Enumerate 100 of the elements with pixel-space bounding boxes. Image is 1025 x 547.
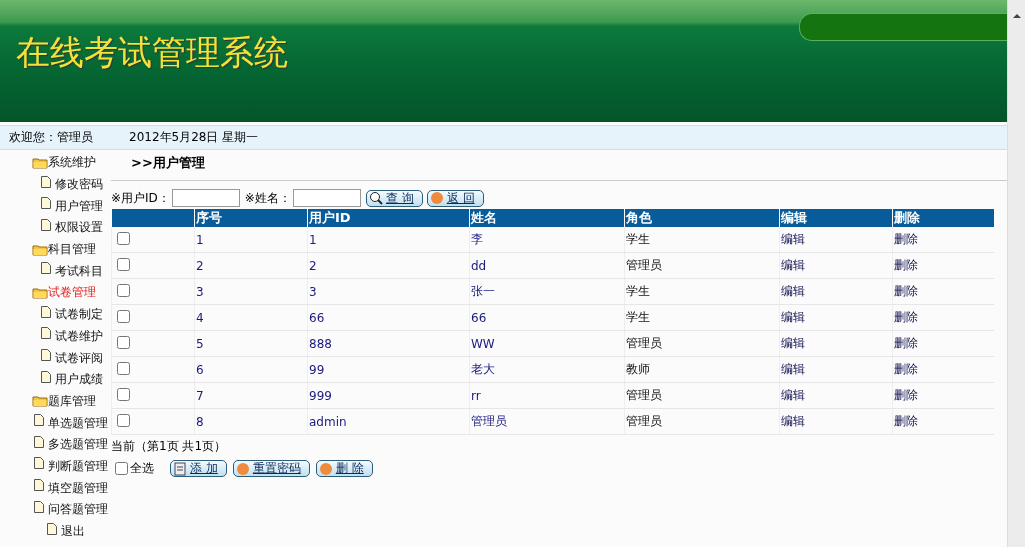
table-cell: WW	[471, 336, 495, 351]
welcome-text: 欢迎您：管理员	[9, 129, 93, 146]
row-checkbox[interactable]	[117, 257, 130, 271]
sidebar-item[interactable]: 多选题管理	[48, 436, 108, 454]
document-icon	[34, 435, 44, 448]
table-cell: 66	[309, 310, 325, 325]
table-cell: 学生	[626, 232, 650, 246]
sidebar-item[interactable]: 填空题管理	[48, 479, 108, 497]
sidebar-item[interactable]: 修改密码	[55, 176, 103, 194]
sidebar-item[interactable]: 考试科目	[55, 262, 103, 280]
column-header: 删除	[894, 210, 920, 225]
site-title: 在线考试管理系统	[16, 33, 288, 73]
sidebar-item[interactable]: 试卷管理	[48, 284, 96, 302]
sidebar-item[interactable]: 科目管理	[48, 241, 96, 259]
document-icon	[34, 457, 44, 470]
search-button[interactable]: 查 询	[365, 189, 423, 207]
notepad-icon	[173, 461, 187, 476]
document-icon	[41, 349, 51, 362]
magnifier-icon	[368, 191, 383, 205]
back-button[interactable]: 返 回	[426, 189, 484, 207]
input-field[interactable]	[171, 189, 240, 207]
column-header: 用户ID	[309, 210, 351, 225]
table-cell: 3	[196, 284, 204, 299]
edit-link[interactable]: 编辑	[781, 258, 805, 272]
table-cell: 7	[196, 388, 204, 403]
delete-link[interactable]: 删除	[894, 310, 918, 324]
sidebar-item[interactable]: 判断题管理	[48, 457, 108, 475]
delete-link[interactable]: 删除	[894, 258, 918, 272]
sidebar-item[interactable]: 系统维护	[48, 154, 96, 172]
row-checkbox[interactable]	[117, 335, 130, 349]
delete-link[interactable]: 删除	[894, 362, 918, 376]
sidebar-item[interactable]: 题库管理	[48, 392, 96, 410]
table-cell: admin	[309, 414, 347, 429]
sidebar-item[interactable]: 试卷制定	[55, 306, 103, 324]
document-icon	[41, 197, 51, 210]
edit-link[interactable]: 编辑	[781, 336, 805, 350]
row-checkbox[interactable]	[117, 387, 130, 401]
column-header: 角色	[626, 210, 652, 225]
sidebar-item[interactable]: 试卷评阅	[55, 349, 103, 367]
table-cell: 管理员	[471, 414, 507, 428]
edit-link[interactable]: 编辑	[781, 310, 805, 324]
delete-link[interactable]: 删除	[894, 284, 918, 298]
sidebar-item[interactable]: 用户管理	[55, 197, 103, 215]
table-cell: 4	[196, 310, 204, 325]
sidebar-item[interactable]: 单选题管理	[48, 414, 108, 432]
table-cell: 2	[196, 258, 204, 273]
edit-link[interactable]: 编辑	[781, 362, 805, 376]
folder-icon	[32, 243, 48, 256]
select-all-checkbox[interactable]	[115, 462, 128, 475]
table-cell: 李	[471, 232, 483, 246]
sidebar-item[interactable]: 用户成绩	[55, 371, 103, 389]
add-button[interactable]: 添 加	[170, 460, 227, 477]
circle-icon	[429, 191, 444, 205]
document-icon	[41, 370, 51, 383]
document-icon	[34, 414, 44, 427]
select-all-label: 全选	[130, 460, 154, 477]
table-cell: rr	[471, 388, 481, 403]
table-cell: 999	[309, 388, 332, 403]
document-icon	[34, 500, 44, 513]
row-checkbox[interactable]	[117, 309, 130, 323]
delete-button[interactable]: 删 除	[315, 460, 373, 477]
table-cell: 老大	[471, 362, 495, 376]
sidebar-item[interactable]: 试卷维护	[55, 327, 103, 345]
column-header: 编辑	[781, 210, 807, 225]
table-cell: 管理员	[626, 388, 662, 402]
column-header: 姓名	[471, 210, 497, 225]
row-checkbox[interactable]	[117, 283, 130, 297]
table-cell: 2	[309, 258, 317, 273]
table-cell: 学生	[626, 310, 650, 324]
reset-button[interactable]: 重置密码	[232, 460, 310, 477]
table-cell: 66	[471, 310, 487, 325]
table-cell: 管理员	[626, 258, 662, 272]
table-cell: 管理员	[626, 336, 662, 350]
scroll-up-arrow-icon[interactable]	[1011, 12, 1022, 20]
edit-link[interactable]: 编辑	[781, 232, 805, 246]
delete-link[interactable]: 删除	[894, 336, 918, 350]
edit-link[interactable]: 编辑	[781, 284, 805, 298]
input-field[interactable]	[292, 189, 361, 207]
sidebar-item[interactable]: 问答题管理	[48, 501, 108, 519]
table-cell: 6	[196, 362, 204, 377]
row-checkbox[interactable]	[117, 413, 130, 427]
edit-link[interactable]: 编辑	[781, 388, 805, 402]
edit-link[interactable]: 编辑	[781, 414, 805, 428]
delete-link[interactable]: 删除	[894, 232, 918, 246]
column-header: 序号	[196, 210, 222, 225]
sidebar-item[interactable]: 退出	[61, 523, 85, 541]
document-icon	[34, 479, 44, 492]
field-label: ※用户ID：	[111, 189, 170, 207]
sidebar-item[interactable]: 权限设置	[55, 219, 103, 237]
table-cell: 99	[309, 362, 325, 377]
row-checkbox[interactable]	[117, 361, 130, 375]
field-label: ※姓名：	[244, 189, 291, 207]
scrollbar[interactable]	[1007, 0, 1025, 547]
table-cell: dd	[471, 258, 487, 273]
delete-link[interactable]: 删除	[894, 388, 918, 402]
delete-link[interactable]: 删除	[894, 414, 918, 428]
row-checkbox[interactable]	[117, 231, 130, 245]
date-text: 2012年5月28日 星期一	[129, 129, 259, 146]
table-cell: 8	[196, 414, 204, 429]
pagination-text: 当前（第1页 共1页）	[111, 438, 228, 455]
